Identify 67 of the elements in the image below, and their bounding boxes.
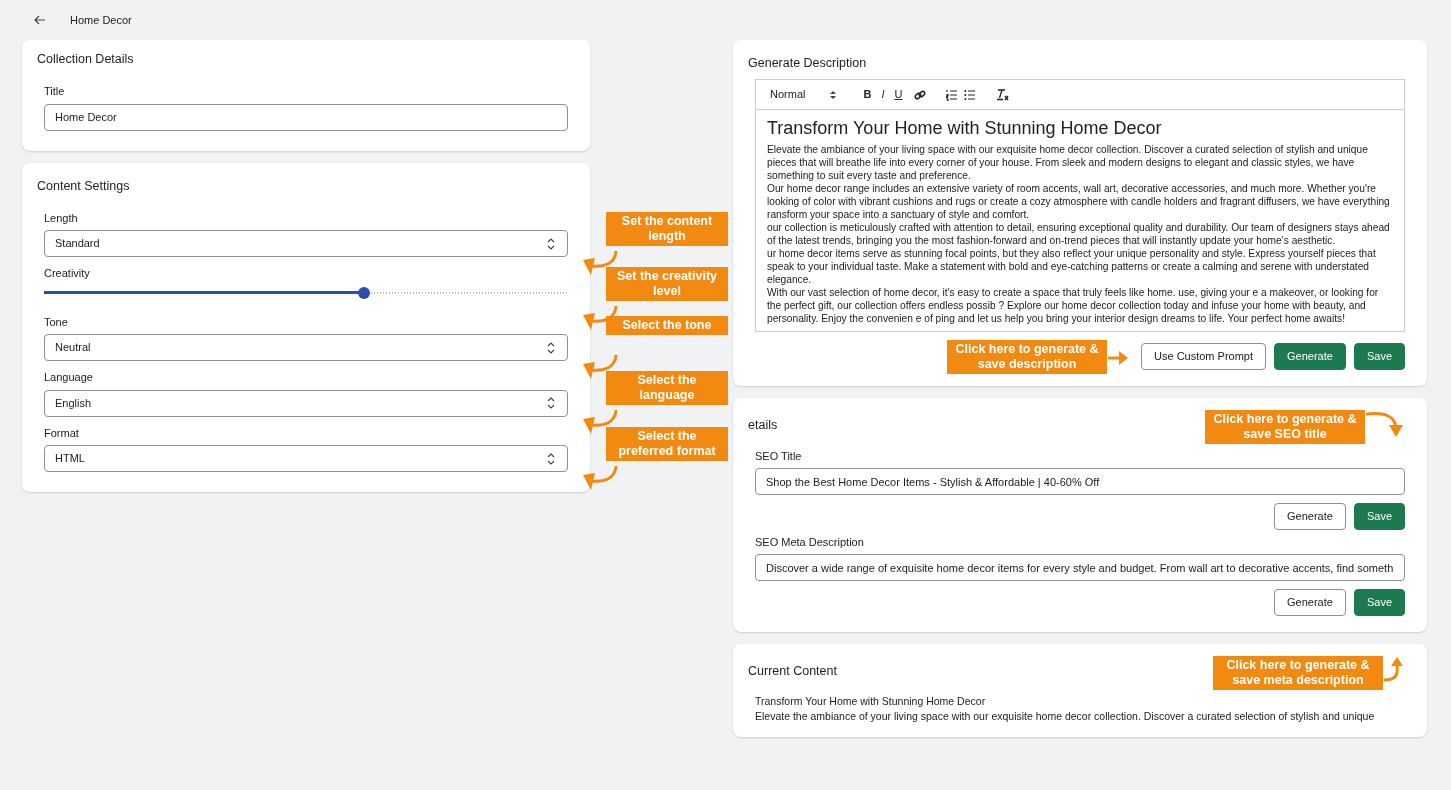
chevron-icon[interactable] [545, 397, 557, 409]
editor-paragraph: Our home decor range includes an extensive variety of room accents, wall art, decorative accessories, and much more. Whether you're looking of color with vibrant cushions and rugs or create a cozy atmosphere with candle holders and fragrant diffusers, we have everything ransform your space into a sanctuary of style and comfort. [767, 181, 1391, 221]
clear-format-icon[interactable] [996, 88, 1011, 101]
field-label: SEO Meta Description [755, 534, 864, 550]
callout-label: Select the language [606, 371, 728, 405]
callout-arrow [582, 305, 618, 331]
callout-arrow [582, 409, 618, 435]
italic-button[interactable]: I [879, 89, 887, 100]
action-button[interactable]: Save [1353, 589, 1405, 616]
callout-label: Click here to generate & save meta description [1213, 655, 1383, 690]
field-label: Creativity [44, 266, 90, 281]
card-title: Content Settings [37, 178, 131, 194]
field-label: Length [44, 210, 78, 226]
back-icon[interactable] [34, 15, 46, 25]
editor-paragraph: our collection is meticulously crafted with attention to detail, ensuring exceptional quality and durability. Our team of designers stays ahead of the latest trends, bringing you the most fashion-forward and on-trend pieces that will instantly update your home's aesthetic. [767, 220, 1391, 247]
link-icon[interactable] [914, 88, 927, 101]
card-title: Current Content [748, 663, 837, 679]
page-title: Home Decor [70, 12, 132, 28]
callout-arrow [582, 249, 618, 276]
field-label: Tone [44, 314, 68, 330]
callout-arrow [1107, 349, 1129, 366]
field-label: Format [44, 425, 79, 441]
bullet-list-icon[interactable] [964, 88, 977, 101]
field-label: SEO Title [755, 448, 802, 464]
numbered-list-icon[interactable] [946, 88, 959, 101]
text-editor[interactable] [755, 79, 1405, 332]
callout-label: Select the tone [606, 315, 728, 335]
action-button[interactable]: Save [1353, 503, 1405, 530]
underline-button[interactable]: U [892, 89, 905, 100]
action-button[interactable]: Save [1353, 343, 1405, 370]
callout-label: Set the creativity level [606, 267, 728, 301]
chevron-icon[interactable] [545, 452, 557, 465]
select-field[interactable]: English [44, 389, 568, 417]
input-field[interactable]: Shop the Best Home Decor Items - Stylish & Affordable | 40-60% Off [755, 468, 1405, 496]
format-dropdown[interactable]: Normal [768, 89, 840, 100]
secondary-button[interactable]: Generate [1274, 503, 1346, 530]
callout-arrow [582, 464, 618, 491]
chevron-icon[interactable] [829, 89, 838, 100]
action-button[interactable]: Generate [1274, 343, 1346, 370]
editor-paragraph: Elevate the ambiance of your living space with our exquisite home decor collection. Discover a curated selection of stylish and unique pieces that will breathe life into every corner of your house. From sleek and modern designs to elegant and classic styles, we have something to suit every taste and preference. [767, 142, 1369, 182]
callout-arrow [582, 353, 618, 380]
slider-track[interactable] [44, 285, 568, 300]
editor-paragraph: With our vast selection of home decor, it's easy to create a space that truly feels like home. use, giving your e a makeover, or looking for the perfect gift, our collection offers endless possib ? Explore our home decor collection today and infuse your home with beauty, and personality. Enjoy the convenien e of ping and let us help you bring your interior design dreams to life. Your perfect home awaits! [767, 285, 1380, 325]
editor-paragraph: ur home decor items serve as stunning focal points, but they also reflect your unique personality and style. Express yourself pieces that speak to your individual taste. Make a statement with bold and eye-catching patterns or create a calming and serene with understated elegance. [767, 246, 1377, 286]
content-text: Elevate the ambiance of your living space with our exquisite home decor collection. Discover a curated selection of stylish and unique [755, 709, 1376, 725]
slider-thumb[interactable] [357, 286, 370, 299]
callout-label: Click here to generate & save description [947, 339, 1107, 374]
field-label: Title [44, 84, 65, 99]
callout-label: Click here to generate & save SEO title [1205, 409, 1365, 444]
select-field[interactable]: Standard [44, 230, 568, 257]
secondary-button[interactable]: Generate [1274, 589, 1346, 616]
card-title: Generate Description [748, 56, 868, 71]
chevron-icon[interactable] [545, 341, 557, 354]
editor-heading: Transform Your Home with Stunning Home Decor [767, 118, 1163, 140]
chevron-icon[interactable] [545, 237, 557, 250]
callout-label: Set the content length [606, 211, 728, 246]
bold-button[interactable]: B [861, 89, 874, 100]
select-field[interactable]: HTML [44, 445, 568, 472]
content-heading: Transform Your Home with Stunning Home Decor [755, 693, 987, 709]
card-title: Collection Details [37, 52, 135, 67]
callout-label: Select the preferred format [606, 426, 728, 461]
input-field[interactable]: Home Decor [44, 103, 568, 131]
card-title: etails [748, 417, 778, 433]
secondary-button[interactable]: Use Custom Prompt [1141, 343, 1267, 370]
select-field[interactable]: Neutral [44, 334, 568, 361]
callout-arrow [1365, 409, 1405, 438]
field-label: Language [44, 370, 93, 385]
